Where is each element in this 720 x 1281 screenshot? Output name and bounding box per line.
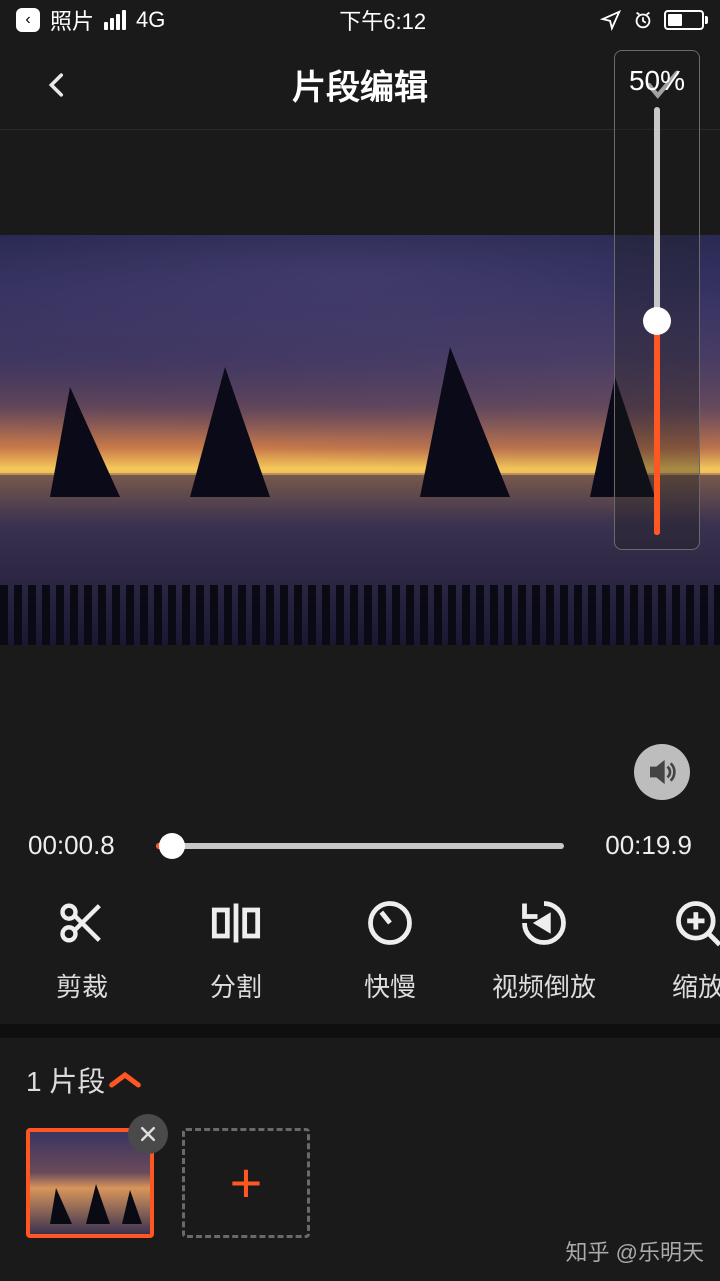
tool-row: 剪裁 分割 快慢 视频倒放 缩放 bbox=[0, 861, 720, 1024]
zoom-icon bbox=[670, 895, 720, 951]
signal-icon bbox=[104, 10, 126, 30]
back-button[interactable] bbox=[36, 64, 78, 106]
volume-thumb[interactable] bbox=[643, 307, 671, 335]
scrubber-thumb[interactable] bbox=[159, 833, 185, 859]
video-canvas bbox=[0, 235, 720, 645]
add-clip-button[interactable]: + bbox=[182, 1128, 310, 1238]
location-icon bbox=[600, 9, 622, 31]
tool-label: 快慢 bbox=[364, 967, 416, 1004]
tool-label: 分割 bbox=[210, 967, 262, 1004]
scissors-icon bbox=[54, 895, 110, 951]
battery-icon bbox=[664, 10, 704, 30]
volume-slider[interactable]: 50% bbox=[614, 50, 700, 550]
tool-label: 缩放 bbox=[672, 967, 720, 1004]
status-bar: ‹ 照片 4G 下午6:12 bbox=[0, 0, 720, 40]
clip-1[interactable] bbox=[26, 1128, 154, 1238]
timeline-scrubber: 00:00.8 00:19.9 bbox=[0, 830, 720, 861]
remove-clip-button[interactable] bbox=[128, 1114, 168, 1154]
back-app-label: 照片 bbox=[50, 4, 94, 36]
scrubber-track[interactable] bbox=[156, 843, 564, 849]
time-current: 00:00.8 bbox=[28, 830, 138, 861]
collapse-clips[interactable] bbox=[105, 1067, 604, 1093]
back-app-chip[interactable]: ‹ bbox=[16, 8, 40, 32]
volume-track[interactable] bbox=[654, 107, 660, 535]
alarm-icon bbox=[632, 9, 654, 31]
tool-reverse[interactable]: 视频倒放 bbox=[490, 895, 598, 1004]
video-preview[interactable]: 50% bbox=[0, 130, 720, 730]
plus-icon: + bbox=[230, 1155, 263, 1211]
tool-label: 视频倒放 bbox=[492, 967, 596, 1004]
audio-button[interactable] bbox=[634, 744, 690, 800]
volume-value: 50% bbox=[629, 65, 685, 97]
page-title: 片段编辑 bbox=[292, 60, 428, 109]
tool-zoom[interactable]: 缩放 bbox=[644, 895, 720, 1004]
section-divider bbox=[0, 1024, 720, 1038]
reverse-icon bbox=[516, 895, 572, 951]
tool-split[interactable]: 分割 bbox=[182, 895, 290, 1004]
speed-icon bbox=[362, 895, 418, 951]
clips-header: 1 片段 bbox=[0, 1038, 720, 1110]
split-icon bbox=[208, 895, 264, 951]
tool-label: 剪裁 bbox=[56, 967, 108, 1004]
time-total: 00:19.9 bbox=[582, 830, 692, 861]
clips-count: 1 片段 bbox=[26, 1060, 105, 1100]
network-label: 4G bbox=[136, 7, 165, 33]
watermark: 知乎 @乐明天 bbox=[566, 1235, 704, 1267]
nav-bar: 片段编辑 bbox=[0, 40, 720, 130]
clock: 下午6:12 bbox=[165, 4, 600, 36]
tool-speed[interactable]: 快慢 bbox=[336, 895, 444, 1004]
tool-crop[interactable]: 剪裁 bbox=[28, 895, 136, 1004]
